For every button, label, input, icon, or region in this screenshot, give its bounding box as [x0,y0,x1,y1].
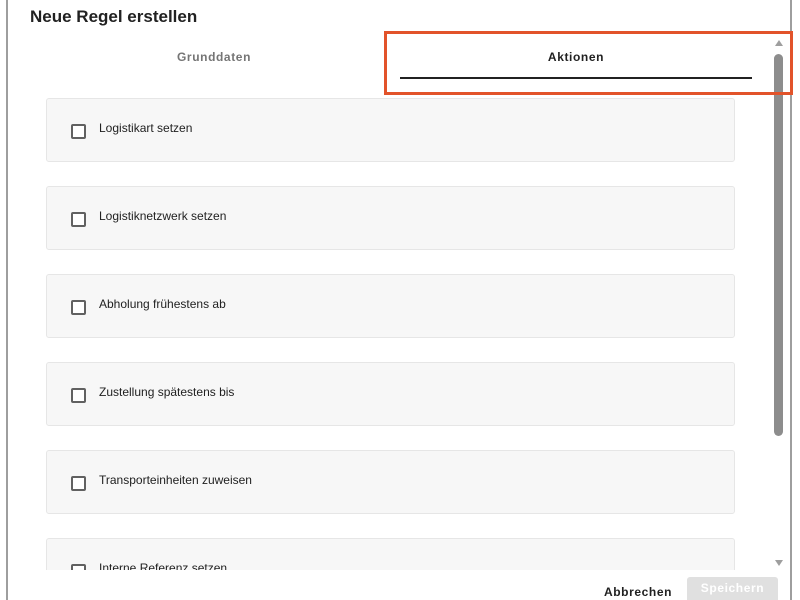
action-card-logistiknetzwerk: Logistiknetzwerk setzen [46,186,735,250]
checkbox-logistikart[interactable] [71,124,86,139]
scrollbar-thumb[interactable] [774,54,783,436]
action-label: Logistikart setzen [99,121,193,135]
checkbox-transporteinheiten[interactable] [71,476,86,491]
action-label: Zustellung spätestens bis [99,385,235,399]
action-card-transporteinheiten: Transporteinheiten zuweisen [46,450,735,514]
scroll-down-arrow-icon[interactable] [775,560,783,566]
action-card-logistikart: Logistikart setzen [46,98,735,162]
action-label: Logistiknetzwerk setzen [99,209,227,223]
action-card-abholung: Abholung frühestens ab [46,274,735,338]
tab-aktionen[interactable]: Aktionen [400,50,752,78]
action-label: Interne Referenz setzen [99,561,228,570]
scroll-up-arrow-icon[interactable] [775,40,783,46]
cancel-button[interactable]: Abbrechen [598,577,678,600]
checkbox-logistiknetzwerk[interactable] [71,212,86,227]
new-rule-dialog: Neue Regel erstellen Grunddaten Aktionen… [8,0,793,600]
action-card-interne-referenz: Interne Referenz setzen [46,538,735,570]
active-tab-indicator [400,77,752,79]
action-card-zustellung: Zustellung spätestens bis [46,362,735,426]
save-button[interactable]: Speichern [687,577,778,600]
tab-grunddaten[interactable]: Grunddaten [54,50,374,78]
actions-list: Logistikart setzen Logistiknetzwerk setz… [8,90,790,570]
action-label: Transporteinheiten zuweisen [99,473,252,487]
vertical-scrollbar[interactable] [774,40,786,570]
window-frame-right [790,0,792,600]
checkbox-interne-referenz[interactable] [71,564,86,570]
checkbox-zustellung[interactable] [71,388,86,403]
checkbox-abholung[interactable] [71,300,86,315]
dialog-title: Neue Regel erstellen [30,7,198,26]
action-label: Abholung frühestens ab [99,297,226,311]
